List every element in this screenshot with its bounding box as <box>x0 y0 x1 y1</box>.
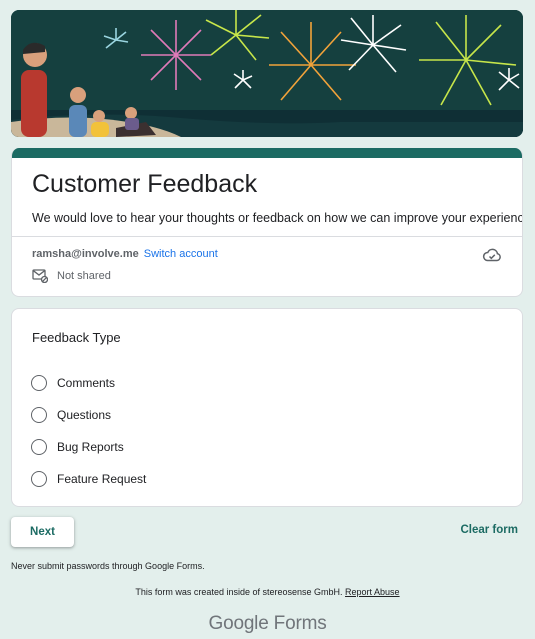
account-email: ramsha@involve.me <box>32 248 139 260</box>
google-forms-logo: Google Forms <box>0 613 535 635</box>
radio-button[interactable] <box>31 407 47 423</box>
card-accent-bar <box>12 148 522 158</box>
radio-option-label: Questions <box>57 408 112 422</box>
radio-option-label: Bug Reports <box>57 440 124 454</box>
radio-button[interactable] <box>31 375 47 391</box>
cloud-saved-icon <box>482 248 501 262</box>
form-created-text: This form was created inside of stereose… <box>135 587 343 597</box>
logo-google-text: Google <box>208 613 269 634</box>
mail-not-shared-icon <box>32 269 48 283</box>
password-warning: Never submit passwords through Google Fo… <box>11 561 205 571</box>
share-status-text: Not shared <box>57 270 111 282</box>
question-card: Feedback Type Comments Questions Bug Rep… <box>11 308 523 507</box>
radio-button[interactable] <box>31 471 47 487</box>
radio-option-comments[interactable]: Comments <box>31 367 146 399</box>
header-banner-image <box>11 10 523 137</box>
radio-option-list: Comments Questions Bug Reports Feature R… <box>31 367 146 495</box>
form-description: We would love to hear your thoughts or f… <box>32 211 523 225</box>
radio-button[interactable] <box>31 439 47 455</box>
footer-note: This form was created inside of stereose… <box>0 587 535 597</box>
next-button[interactable]: Next <box>11 517 74 547</box>
question-title: Feedback Type <box>32 330 121 345</box>
radio-option-feature-request[interactable]: Feature Request <box>31 463 146 495</box>
radio-option-questions[interactable]: Questions <box>31 399 146 431</box>
radio-option-label: Comments <box>57 376 116 390</box>
logo-forms-text: Forms <box>273 613 327 634</box>
switch-account-link[interactable]: Switch account <box>144 248 218 260</box>
share-status-row: Not shared <box>32 268 111 284</box>
radio-option-bug-reports[interactable]: Bug Reports <box>31 431 146 463</box>
account-row: ramsha@involve.me Switch account <box>32 246 218 262</box>
form-title: Customer Feedback <box>32 170 258 198</box>
radio-option-label: Feature Request <box>57 472 147 486</box>
form-header-card: Customer Feedback We would love to hear … <box>11 148 523 297</box>
report-abuse-link[interactable]: Report Abuse <box>345 587 400 597</box>
header-divider <box>12 236 522 237</box>
clear-form-button[interactable]: Clear form <box>460 524 518 536</box>
